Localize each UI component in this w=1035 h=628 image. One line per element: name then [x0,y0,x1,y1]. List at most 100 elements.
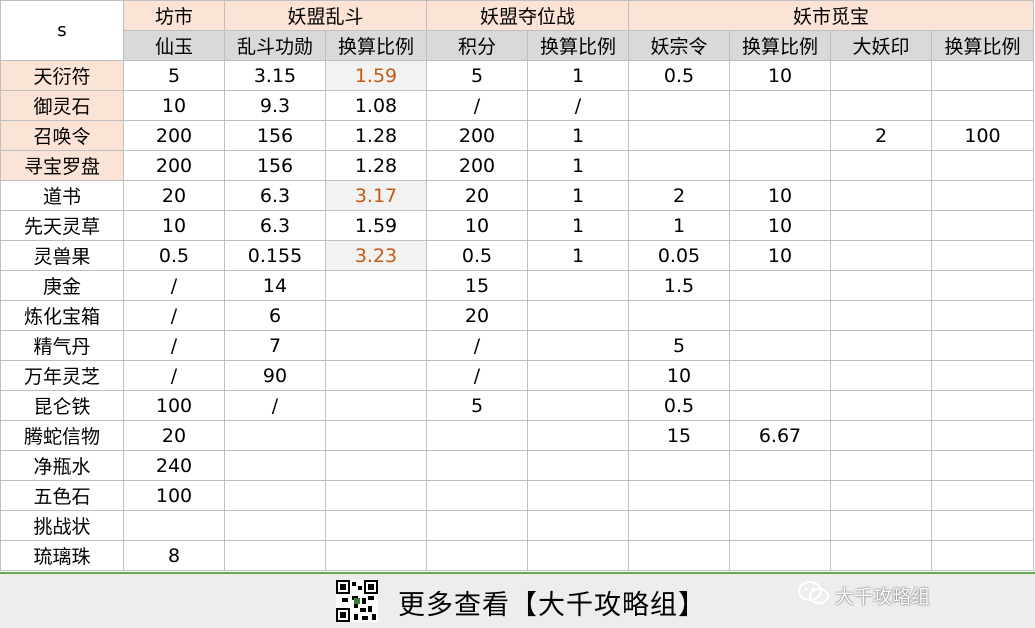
table-cell[interactable]: / [426,90,528,121]
table-cell[interactable]: 20 [426,300,528,331]
table-cell[interactable] [628,150,730,181]
table-cell[interactable]: 0.155 [224,240,326,271]
table-cell[interactable] [527,300,629,331]
table-cell[interactable]: 14 [224,270,326,301]
table-cell[interactable] [426,510,528,541]
table-cell[interactable] [830,450,932,481]
table-cell[interactable] [325,270,427,301]
table-cell[interactable]: 1 [527,150,629,181]
table-cell[interactable] [931,150,1034,181]
table-cell[interactable]: 156 [224,120,326,151]
table-cell[interactable] [830,330,932,361]
table-cell[interactable] [426,540,528,571]
table-cell[interactable]: 2 [628,180,730,211]
table-cell[interactable]: 1 [628,210,730,241]
table-cell[interactable]: 1 [527,120,629,151]
table-cell[interactable]: / [224,390,326,421]
table-cell[interactable]: 5 [628,330,730,361]
table-cell[interactable] [325,300,427,331]
table-cell[interactable]: 5 [123,60,225,91]
table-cell[interactable] [729,390,831,421]
subheader-xianyu[interactable]: 仙玉 [123,30,225,61]
table-cell[interactable] [729,360,831,391]
table-cell[interactable]: 200 [123,120,225,151]
subheader-jifen[interactable]: 积分 [426,30,528,61]
table-cell[interactable] [931,60,1034,91]
table-cell[interactable] [325,450,427,481]
table-cell[interactable]: 8 [123,540,225,571]
table-cell[interactable] [123,510,225,541]
table-cell[interactable] [830,60,932,91]
row-label[interactable]: 召唤令 [0,120,124,151]
table-cell[interactable] [628,120,730,151]
table-cell[interactable] [224,510,326,541]
table-cell[interactable] [527,510,629,541]
table-cell[interactable]: 3.17 [325,180,427,211]
table-cell[interactable] [325,510,427,541]
table-cell[interactable]: 6 [224,300,326,331]
table-cell[interactable] [830,270,932,301]
table-cell[interactable]: 0.5 [426,240,528,271]
table-cell[interactable]: 100 [931,120,1034,151]
table-cell[interactable] [931,300,1034,331]
table-cell[interactable] [325,480,427,511]
subheader-ratio-3[interactable]: 换算比例 [729,30,831,61]
table-cell[interactable] [931,510,1034,541]
table-cell[interactable]: 0.5 [628,60,730,91]
row-label[interactable]: 琉璃珠 [0,540,124,571]
table-cell[interactable]: / [527,90,629,121]
table-cell[interactable] [729,120,831,151]
row-label[interactable]: 庚金 [0,270,124,301]
table-cell[interactable] [527,360,629,391]
table-cell[interactable] [931,360,1034,391]
row-label[interactable]: 精气丹 [0,330,124,361]
table-cell[interactable] [224,450,326,481]
subheader-luandou-gongxun[interactable]: 乱斗功勋 [224,30,326,61]
table-cell[interactable]: 10 [729,180,831,211]
group-header-yaomeng-duowei[interactable]: 妖盟夺位战 [426,0,629,31]
row-label[interactable]: 腾蛇信物 [0,420,124,451]
table-cell[interactable] [931,180,1034,211]
table-cell[interactable]: 0.5 [628,390,730,421]
table-cell[interactable] [527,420,629,451]
row-label[interactable]: 净瓶水 [0,450,124,481]
table-cell[interactable]: 10 [729,210,831,241]
group-header-fangshi[interactable]: 坊市 [123,0,225,31]
table-cell[interactable] [830,510,932,541]
table-cell[interactable]: 0.5 [123,240,225,271]
table-cell[interactable] [325,360,427,391]
table-cell[interactable] [830,390,932,421]
table-cell[interactable] [729,330,831,361]
group-header-yaoshi-mibao[interactable]: 妖市觅宝 [628,0,1034,31]
table-cell[interactable]: 1 [527,210,629,241]
table-cell[interactable]: 1 [527,240,629,271]
row-label[interactable]: 五色石 [0,480,124,511]
table-cell[interactable] [830,90,932,121]
table-cell[interactable] [830,540,932,571]
table-cell[interactable] [931,330,1034,361]
row-label[interactable]: 炼化宝箱 [0,300,124,331]
table-cell[interactable]: 100 [123,480,225,511]
table-cell[interactable]: 6.3 [224,210,326,241]
table-cell[interactable] [628,300,730,331]
corner-cell[interactable]: s [0,0,124,61]
table-cell[interactable]: 10 [123,210,225,241]
table-cell[interactable] [224,420,326,451]
row-label[interactable]: 寻宝罗盘 [0,150,124,181]
table-cell[interactable] [527,270,629,301]
table-cell[interactable] [830,150,932,181]
table-cell[interactable]: 200 [426,120,528,151]
table-cell[interactable] [931,390,1034,421]
table-cell[interactable]: / [123,300,225,331]
row-label[interactable]: 挑战状 [0,510,124,541]
row-label[interactable]: 万年灵芝 [0,360,124,391]
table-cell[interactable] [830,240,932,271]
table-cell[interactable]: 200 [123,150,225,181]
table-cell[interactable]: 1 [527,180,629,211]
table-cell[interactable] [729,450,831,481]
table-cell[interactable]: 10 [628,360,730,391]
table-cell[interactable] [830,300,932,331]
table-cell[interactable] [729,510,831,541]
table-cell[interactable] [931,270,1034,301]
table-cell[interactable]: 1.5 [628,270,730,301]
